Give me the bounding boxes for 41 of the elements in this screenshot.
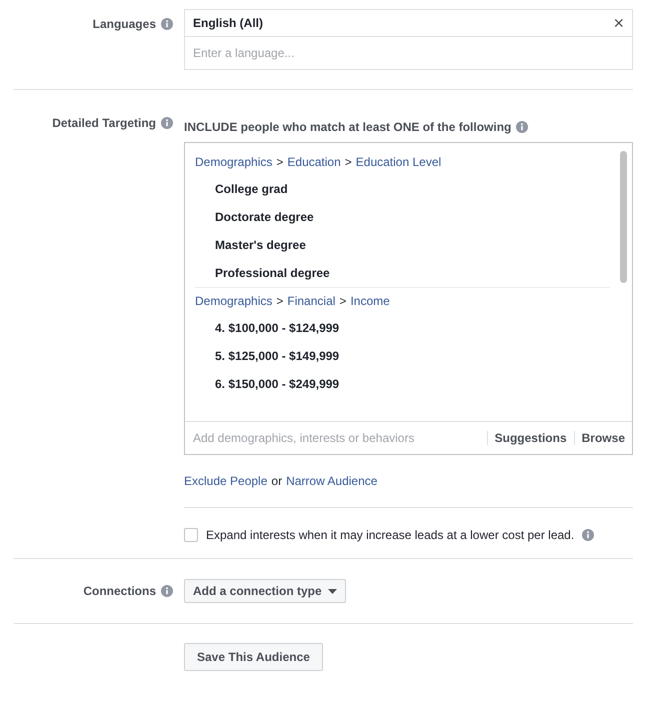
expand-interests-text: Expand interests when it may increase leads at a lower cost per lead. (206, 527, 574, 544)
breadcrumb-link[interactable]: Demographics (195, 153, 272, 171)
breadcrumb-separator: > (276, 154, 284, 171)
checkbox[interactable] (184, 528, 198, 542)
info-icon (161, 117, 173, 129)
breadcrumb-link[interactable]: Income (350, 292, 390, 310)
save-audience-button[interactable]: Save This Audience (184, 643, 323, 671)
targeting-item: 6. $150,000 - $249,999 (215, 376, 340, 393)
targeting-item: 4. $100,000 - $124,999 (215, 320, 340, 337)
info-icon (582, 529, 594, 541)
targeting-action-button[interactable]: Suggestions (486, 431, 574, 445)
breadcrumb-link[interactable]: Financial (287, 292, 336, 310)
breadcrumb-link[interactable]: Education Level (356, 153, 442, 171)
targeting-item: 5. $125,000 - $149,999 (215, 348, 340, 365)
breadcrumb-link[interactable]: Education (287, 153, 341, 171)
language-field[interactable]: English (All) × Enter a language... (184, 9, 633, 70)
caret-icon (328, 588, 337, 594)
field-label: Connections (83, 583, 156, 600)
connection-type-dropdown[interactable]: Add a connection type (184, 579, 346, 603)
exclude-people-link[interactable]: Exclude People (184, 472, 268, 490)
or-text: or (271, 473, 282, 490)
close-button[interactable]: × (613, 14, 624, 32)
targeting-item: Master's degree (215, 237, 306, 254)
field-label: Languages (92, 16, 156, 33)
info-icon (161, 18, 173, 30)
targeting-item: Professional degree (215, 265, 330, 282)
targeting-item: Doctorate degree (215, 209, 314, 226)
targeting-search-field[interactable]: Add demographics, interests or behaviors (193, 429, 487, 447)
scrollbar-thumb[interactable] (620, 151, 627, 283)
breadcrumb-separator: > (339, 293, 346, 310)
include-text: INCLUDE people who match at least ONE of the following (184, 119, 512, 136)
breadcrumb-link[interactable]: Demographics (195, 292, 272, 310)
breadcrumb-separator: > (276, 293, 284, 310)
info-icon (516, 121, 528, 133)
breadcrumb-separator: > (344, 154, 352, 171)
selected-language: English (All) (193, 15, 263, 32)
info-icon (161, 585, 173, 597)
targeting-action-button[interactable]: Browse (574, 431, 632, 445)
field-label: Detailed Targeting (52, 115, 156, 132)
targeting-item: College grad (215, 181, 288, 198)
narrow-audience-link[interactable]: Narrow Audience (286, 472, 378, 490)
